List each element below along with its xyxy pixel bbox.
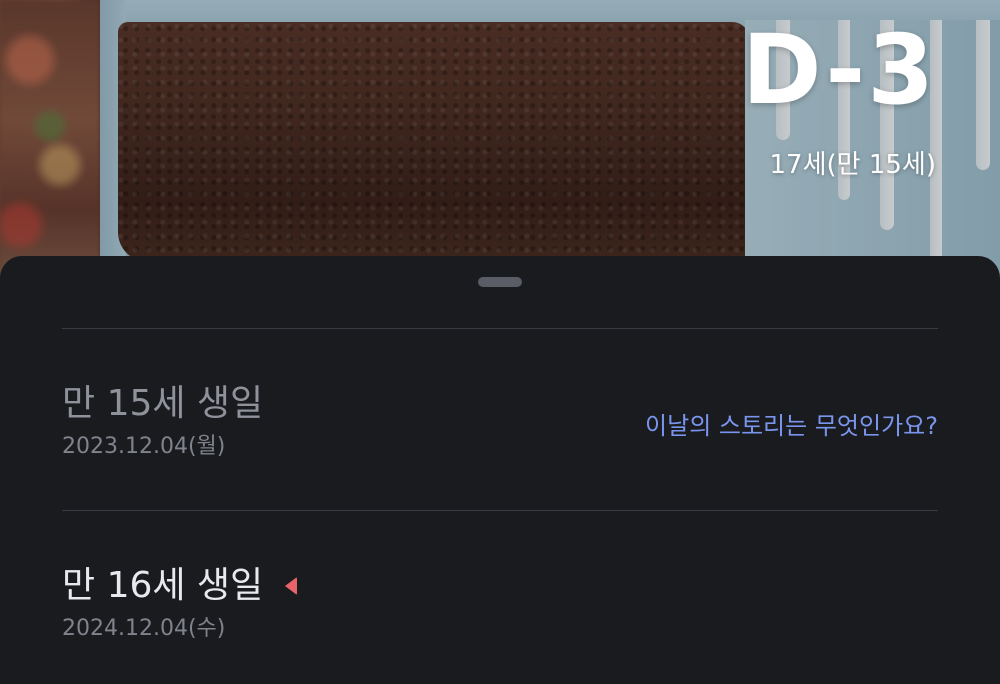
age-label: 17세(만 15세) (769, 150, 936, 180)
birthday-title: 만 16세 생일 (62, 568, 938, 604)
divider (62, 328, 938, 329)
bottom-sheet[interactable]: 만 15세 생일 2023.12.04(월) 이날의 스토리는 무엇인가요? 만… (0, 256, 1000, 684)
birthday-list-item[interactable]: 만 15세 생일 2023.12.04(월) 이날의 스토리는 무엇인가요? (62, 386, 938, 458)
divider (62, 510, 938, 511)
triangle-marker-icon (285, 577, 298, 595)
screen: D-3 17세(만 15세) 만 15세 생일 2023.12.04(월) 이날… (0, 0, 1000, 684)
story-prompt-link[interactable]: 이날의 스토리는 무엇인가요? (645, 406, 938, 441)
birthday-title-text: 만 15세 생일 (62, 383, 264, 424)
dday-counter: D-3 (741, 14, 936, 126)
birthday-title-text: 만 16세 생일 (62, 565, 264, 606)
drag-handle-icon[interactable] (478, 277, 522, 287)
birthday-date: 2024.12.04(수) (62, 616, 226, 641)
hero-photo: D-3 17세(만 15세) (0, 0, 1000, 300)
birthday-list-item[interactable]: 만 16세 생일 2024.12.04(수) (62, 568, 938, 640)
